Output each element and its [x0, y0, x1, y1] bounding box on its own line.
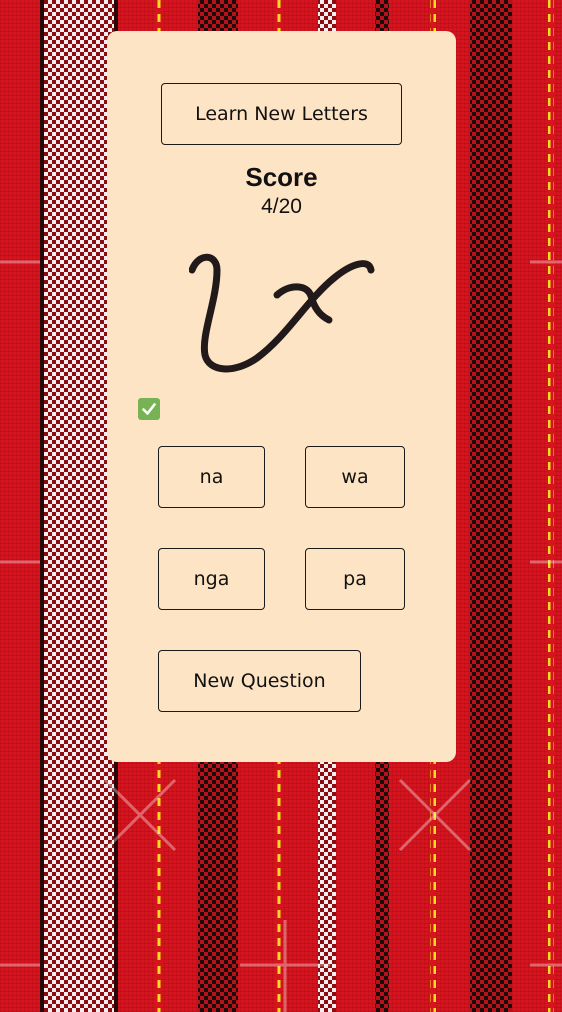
- answer-button-wa[interactable]: wa: [305, 446, 405, 508]
- new-question-button[interactable]: New Question: [158, 650, 361, 712]
- learn-new-letters-button[interactable]: Learn New Letters: [161, 83, 402, 145]
- answer-button-nga[interactable]: nga: [158, 548, 265, 610]
- quiz-card: Learn New Letters Score 4/20 na wa nga p…: [107, 31, 456, 762]
- baybayin-character-icon: [189, 253, 375, 373]
- check-mark-icon: [138, 398, 160, 420]
- score-title: Score: [245, 162, 318, 192]
- answer-button-na[interactable]: na: [158, 446, 265, 508]
- score-value: 4/20: [261, 195, 302, 218]
- answer-button-pa[interactable]: pa: [305, 548, 405, 610]
